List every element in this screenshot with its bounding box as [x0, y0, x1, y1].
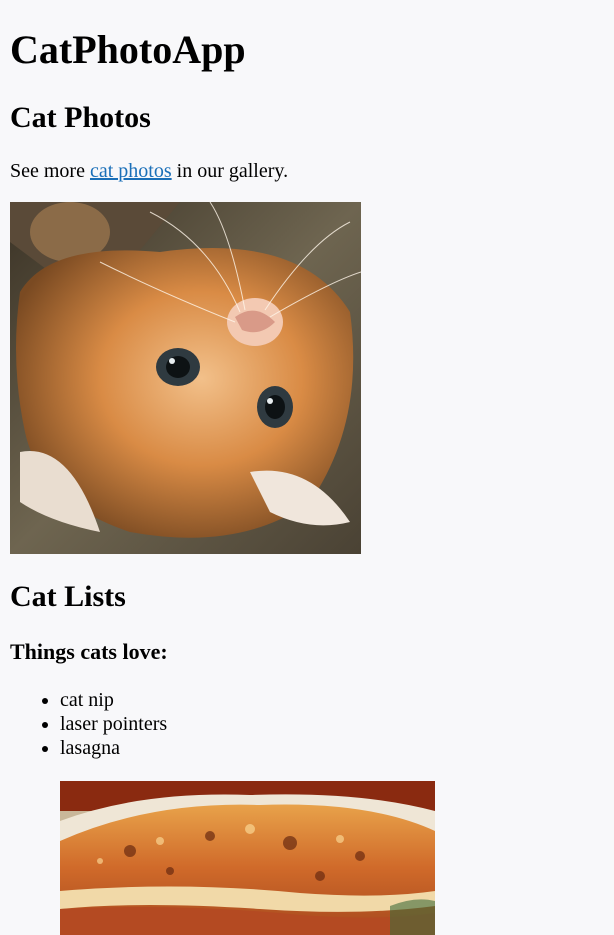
cat-photos-link[interactable]: cat photos	[90, 160, 172, 182]
list-item: lasagna	[60, 736, 167, 760]
list-item: laser pointers	[60, 712, 167, 736]
cat-love-list: cat nip laser pointers lasagna	[10, 688, 167, 760]
cat-photos-heading: Cat Photos	[10, 101, 151, 134]
gallery-paragraph: See more cat photos in our gallery.	[10, 158, 288, 184]
lasagna-image[interactable]	[60, 781, 435, 935]
app-title: CatPhotoApp	[10, 27, 246, 72]
gallery-text-before: See more	[10, 160, 90, 182]
list-item: cat nip	[60, 688, 167, 712]
things-cats-love-heading: Things cats love:	[10, 639, 168, 664]
cat-photo-image[interactable]	[10, 202, 361, 554]
gallery-text-after: in our gallery.	[171, 160, 289, 182]
cat-lists-heading: Cat Lists	[10, 580, 126, 613]
